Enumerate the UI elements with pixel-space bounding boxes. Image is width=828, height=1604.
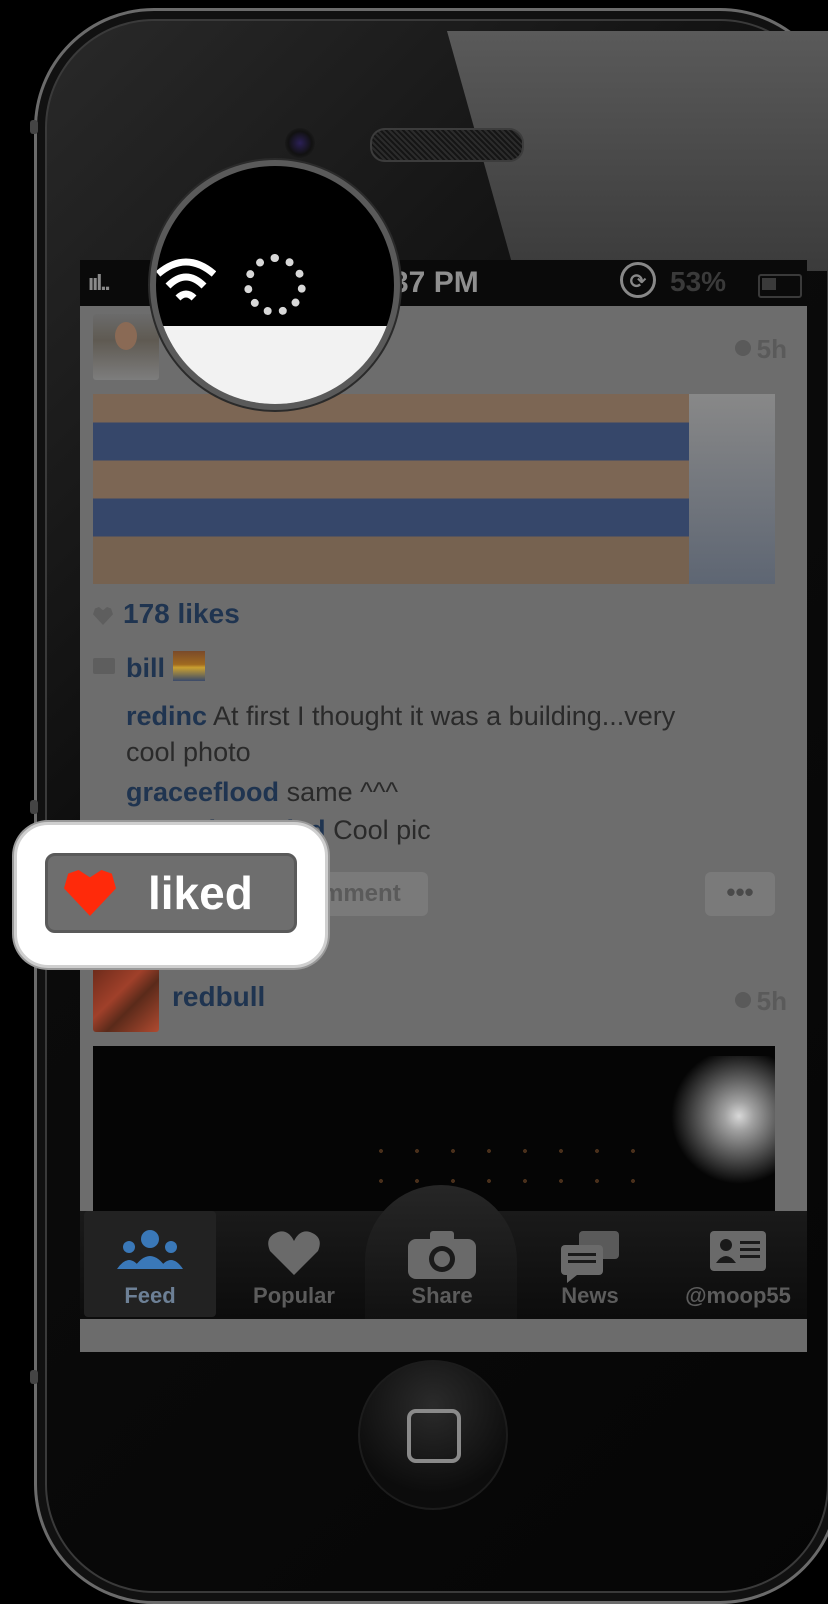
camera-icon xyxy=(408,1231,476,1279)
battery-icon xyxy=(758,274,802,298)
liked-button[interactable]: liked xyxy=(45,853,297,933)
sunset-emoji-icon xyxy=(173,651,205,681)
battery-percentage: 53% xyxy=(670,266,727,297)
comment-username[interactable]: graceeflood xyxy=(126,777,279,807)
feed[interactable]: 5h 178 likes bill redinc At first I thou… xyxy=(80,306,807,1216)
post-photo[interactable] xyxy=(93,394,775,584)
tab-popular[interactable]: Popular xyxy=(228,1211,360,1317)
likes-text: 178 likes xyxy=(123,598,240,629)
likes-count[interactable]: 178 likes xyxy=(93,598,240,630)
comment-username[interactable]: redinc xyxy=(126,701,207,731)
comment-bubble-icon xyxy=(93,658,115,674)
tab-label: Share xyxy=(411,1283,473,1308)
avatar[interactable] xyxy=(93,966,159,1032)
magnified-feed-area xyxy=(156,326,394,404)
tab-label: @moop55 xyxy=(685,1283,791,1308)
profile-card-icon xyxy=(710,1231,766,1271)
clock-icon xyxy=(734,992,751,1008)
comment-text: same ^^^ xyxy=(286,777,399,807)
comment-text: At first I thought it was a building...v… xyxy=(126,701,676,767)
heart-icon xyxy=(268,1231,320,1275)
comment: redinc At first I thought it was a build… xyxy=(126,698,686,770)
tab-share[interactable]: Share xyxy=(376,1211,508,1317)
caption: bill xyxy=(126,650,686,686)
people-icon xyxy=(117,1230,183,1269)
tab-label: Popular xyxy=(253,1283,335,1308)
front-camera xyxy=(285,128,315,158)
avatar[interactable] xyxy=(93,314,159,380)
tab-label: News xyxy=(561,1283,619,1308)
signal-strength: ııl.. xyxy=(88,270,111,295)
volume-down-button xyxy=(30,1370,38,1384)
comment-text: Cool pic xyxy=(333,815,431,845)
post-time: 5h xyxy=(734,986,787,1017)
earpiece-speaker xyxy=(370,128,524,162)
liked-callout: liked xyxy=(14,822,328,968)
volume-up-button xyxy=(30,800,38,814)
heart-icon xyxy=(64,870,116,916)
phone-screen: ııl.. :37 PM ⟳ 53% 5h 178 likes bill red… xyxy=(80,260,807,1352)
caption-username[interactable]: bill xyxy=(126,653,165,683)
rotation-lock-icon: ⟳ xyxy=(620,262,656,298)
post-time-text: 5h xyxy=(756,986,787,1016)
wifi-icon xyxy=(156,258,216,301)
tab-feed[interactable]: Feed xyxy=(84,1211,216,1317)
post-username[interactable]: redbull xyxy=(172,981,265,1013)
home-button[interactable] xyxy=(358,1360,508,1510)
comment-button[interactable]: mment xyxy=(312,872,428,916)
tab-news[interactable]: News xyxy=(524,1211,656,1317)
tab-profile[interactable]: @moop55 xyxy=(672,1211,804,1317)
liked-label: liked xyxy=(148,867,253,919)
post-time-text: 5h xyxy=(756,334,787,364)
more-options-button[interactable]: ••• xyxy=(705,872,775,916)
speech-bubbles-icon xyxy=(561,1231,619,1283)
clock-icon xyxy=(734,340,751,356)
heart-icon xyxy=(93,607,113,625)
mute-switch xyxy=(30,120,38,134)
comment: graceeflood same ^^^ xyxy=(126,774,686,810)
post-time: 5h xyxy=(734,334,787,365)
firework xyxy=(655,1056,775,1206)
loading-spinner-icon xyxy=(244,254,306,316)
status-magnifier xyxy=(150,160,400,410)
tab-bar: Feed Popular Share News @moop55 xyxy=(80,1185,807,1319)
tab-label: Feed xyxy=(124,1283,176,1308)
